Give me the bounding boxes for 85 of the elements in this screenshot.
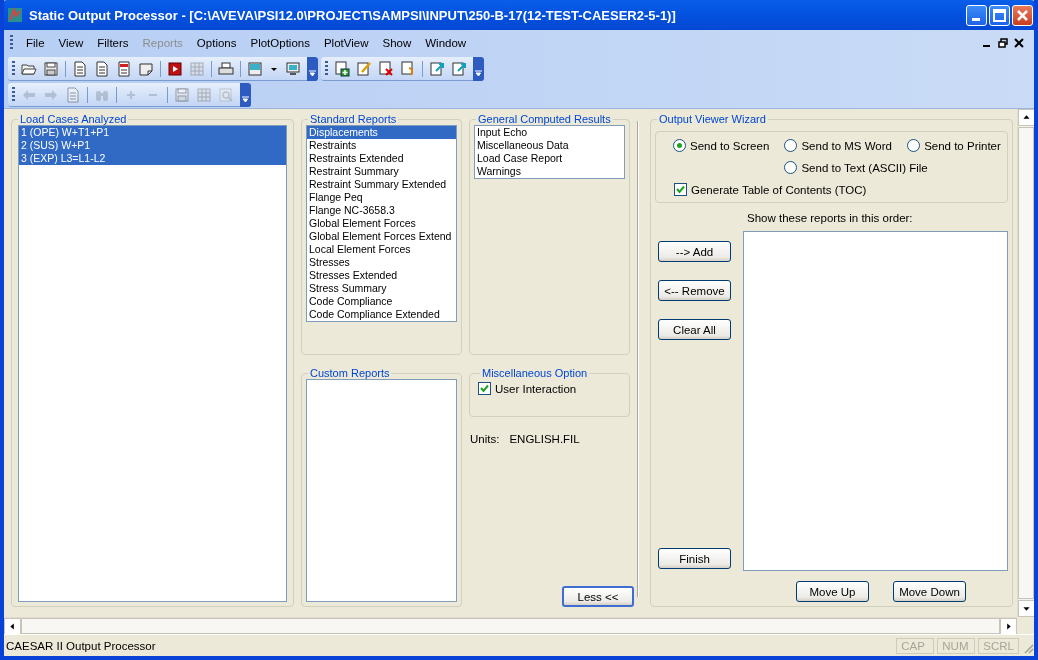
general-results-list[interactable]: Input Echo Miscellaneous Data Load Case Report Warnings (474, 125, 625, 179)
list-item[interactable]: Stress Summary (307, 282, 456, 295)
toolbar-options-icon[interactable] (240, 82, 251, 107)
menu-item[interactable]: View (51, 37, 91, 49)
list-item[interactable]: Local Element Forces (307, 243, 456, 256)
load-cases-list[interactable]: 1 (OPE) W+T1+P1 2 (SUS) W+P1 3 (EXP) L3=L1-L2 (18, 125, 287, 602)
list-item[interactable]: Displacements (307, 126, 456, 139)
radio-button[interactable] (907, 139, 921, 152)
units-label: Units: (470, 433, 500, 445)
order-list-label: Show these reports in this order: (746, 212, 914, 224)
radio-label: Send to MS Word (801, 139, 892, 152)
menu-item[interactable]: PlotView (316, 37, 376, 49)
list-item[interactable]: 1 (OPE) W+T1+P1 (19, 126, 286, 139)
list-item[interactable]: Global Element Forces Extend (307, 230, 456, 243)
list-item[interactable]: Input Echo (475, 126, 624, 139)
document-header-icon[interactable] (116, 60, 132, 77)
scroll-up-icon[interactable] (1018, 109, 1034, 126)
checkbox[interactable] (478, 382, 491, 395)
close-icon[interactable] (1014, 38, 1024, 48)
list-item[interactable]: Warnings (475, 165, 624, 178)
list-item[interactable]: Restraint Summary (307, 165, 456, 178)
group-title: General Computed Results (477, 113, 612, 125)
group-title: Custom Reports (309, 367, 391, 379)
wizard-button[interactable]: <-- Remove (658, 280, 731, 301)
radio-button[interactable] (673, 139, 686, 152)
menu-item[interactable]: PlotOptions (243, 37, 317, 49)
radio-button[interactable] (784, 139, 798, 152)
list-item[interactable]: Global Element Forces (307, 217, 456, 230)
edit-document-icon[interactable] (356, 60, 372, 77)
play-icon[interactable] (167, 60, 183, 77)
wizard-button[interactable]: Clear All (658, 319, 731, 340)
radio-button[interactable] (784, 161, 798, 174)
group-title: Load Cases Analyzed (19, 113, 128, 125)
list-item[interactable]: Load Case Report (475, 152, 624, 165)
menu-item[interactable]: Options (189, 37, 244, 49)
status-text: CAESAR II Output Processor (6, 639, 157, 652)
group-title: Standard Reports (309, 113, 398, 125)
standard-reports-list[interactable] (306, 125, 457, 322)
wizard-button[interactable]: --> Add (658, 241, 731, 262)
list-item[interactable]: Restraints (307, 139, 456, 152)
menu-item[interactable]: Show (375, 37, 419, 49)
delete-document-icon[interactable] (378, 60, 394, 77)
monitor-icon[interactable] (285, 60, 301, 77)
list-item[interactable]: Stresses (307, 256, 456, 269)
checkbox[interactable] (674, 183, 687, 196)
toolbar-options-icon[interactable] (307, 56, 318, 81)
document-icon[interactable] (94, 60, 110, 77)
move-button[interactable]: Move Down (893, 581, 966, 602)
list-item[interactable]: Code Compliance (307, 295, 456, 308)
group-title: Output Viewer Wizard (658, 113, 767, 125)
folded-page-icon[interactable] (138, 60, 154, 77)
document-icon[interactable] (72, 60, 88, 77)
scroll-down-icon[interactable] (1018, 600, 1034, 617)
list-item[interactable]: 2 (SUS) W+P1 (19, 139, 286, 152)
units-value: ENGLISH.FIL (509, 433, 580, 445)
checkbox-label: User Interaction (495, 382, 577, 395)
list-item[interactable]: 3 (EXP) L3=L1-L2 (19, 152, 286, 165)
group-title: Miscellaneous Option (481, 367, 589, 379)
restore-icon[interactable] (998, 38, 1008, 48)
printer-icon[interactable] (218, 60, 234, 77)
menu-item[interactable]: Filters (90, 37, 136, 49)
list-item[interactable]: Stresses Extended (307, 269, 456, 282)
app-icon (7, 7, 23, 23)
finish-button[interactable]: Finish (658, 548, 731, 569)
menu-item[interactable]: Window (418, 37, 474, 49)
window-title: Static Output Processor - [C:\AVEVA\PSI12.0\PROJECT\SAMPSI\INPUT\250-B-17(12-TEST-CAESER2-5-1)] (29, 7, 677, 23)
menu-item[interactable]: File (19, 37, 52, 49)
custom-reports-list[interactable] (306, 379, 457, 602)
radio-label: Send to Text (ASCII) File (801, 161, 928, 174)
list-item[interactable]: Restraints Extended (307, 152, 456, 165)
radio-label: Send to Screen (690, 139, 770, 152)
list-item[interactable]: Code Compliance Extended (307, 308, 456, 321)
list-item[interactable]: Restraint Summary Extended (307, 178, 456, 191)
radio-label: Send to Printer (924, 139, 1001, 152)
add-document-icon[interactable] (334, 60, 350, 77)
list-item[interactable]: Flange NC-3658.3 (307, 204, 456, 217)
move-button[interactable]: Move Up (796, 581, 869, 602)
toolbar-options-icon[interactable] (473, 56, 484, 81)
status-indicator: SCRL (978, 637, 1019, 654)
status-indicator: NUM (937, 637, 976, 654)
status-indicator: CAP (896, 637, 935, 654)
less-button[interactable]: Less << (562, 586, 634, 607)
checkbox-label: Generate Table of Contents (TOC) (691, 183, 867, 196)
list-item[interactable]: Flange Peq (307, 191, 456, 204)
list-item[interactable]: Miscellaneous Data (475, 139, 624, 152)
